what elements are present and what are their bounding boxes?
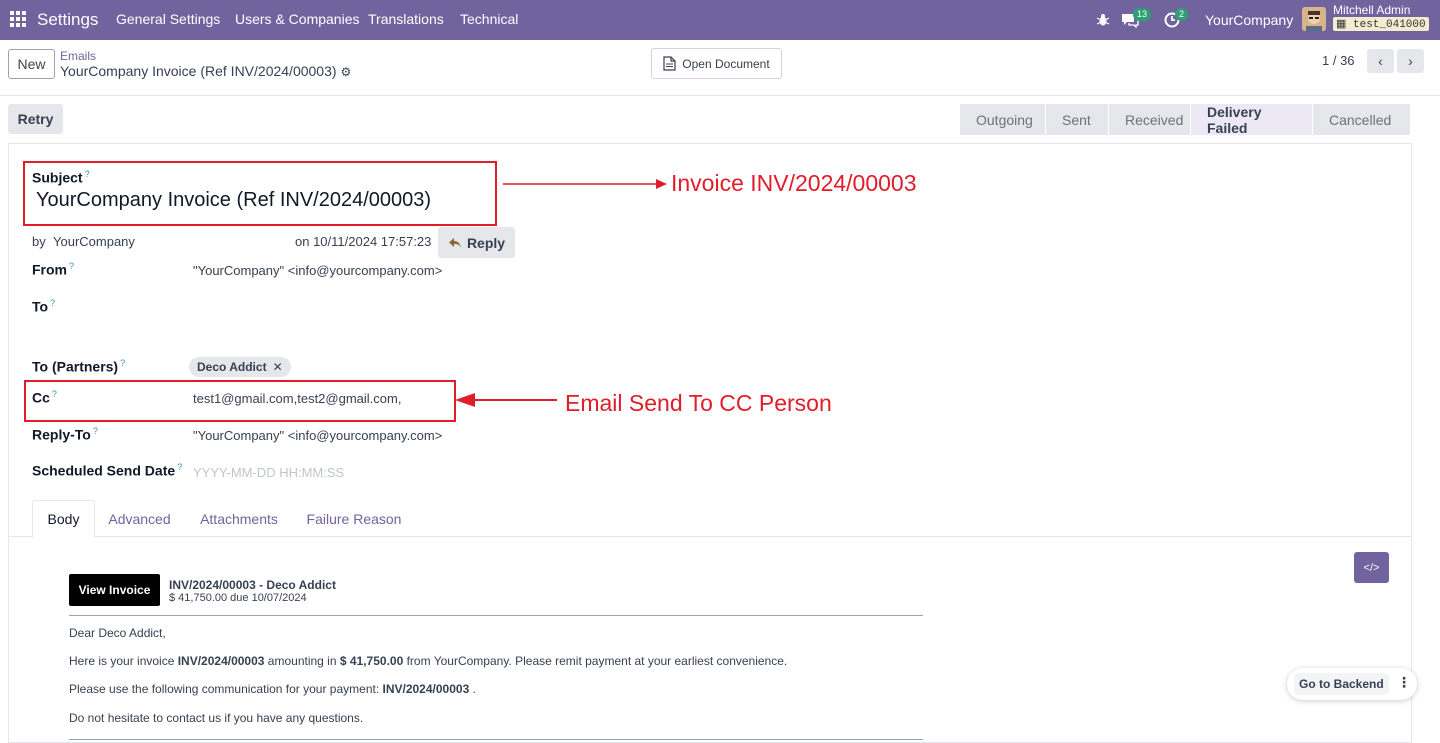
p2-reference: INV/2024/00003: [382, 682, 470, 696]
tab-advanced[interactable]: Advanced: [102, 500, 177, 537]
menu-translations[interactable]: Translations: [368, 11, 444, 27]
stage-outgoing[interactable]: Outgoing: [960, 104, 1046, 135]
reply-to-label-text: Reply-To: [32, 426, 91, 443]
company-switcher[interactable]: YourCompany: [1205, 0, 1293, 40]
new-button[interactable]: New: [8, 49, 55, 79]
from-label: From?: [32, 261, 74, 278]
pager-value[interactable]: 1 / 36: [1322, 53, 1355, 68]
notebook-tabs: Body Advanced Attachments Failure Reason: [9, 500, 1411, 538]
to-label: To?: [32, 298, 55, 315]
form-sheet: Subject? YourCompany Invoice (Ref INV/20…: [8, 143, 1412, 743]
help-icon[interactable]: ?: [177, 462, 182, 472]
cc-annotation-text: Email Send To CC Person: [565, 390, 832, 416]
cc-annotation-arrow: [455, 393, 557, 407]
stage-received[interactable]: Received: [1109, 104, 1191, 135]
invoice-paragraph: Here is your invoice INV/2024/00003 amou…: [69, 654, 787, 668]
greeting-text: Dear Deco Addict,: [69, 626, 166, 640]
go-to-backend-button[interactable]: Go to Backend: [1294, 673, 1389, 695]
stage-sent[interactable]: Sent: [1046, 104, 1109, 135]
scheduled-label-text: Scheduled Send Date: [32, 462, 176, 479]
message-date: on 10/11/2024 17:57:23: [295, 234, 432, 249]
body-divider-bottom: [69, 739, 923, 740]
tab-failure-reason[interactable]: Failure Reason: [302, 500, 406, 537]
to-partners-label-text: To (Partners): [32, 358, 119, 375]
reply-icon: [448, 237, 461, 248]
p2-text-c: .: [469, 682, 476, 696]
retry-button[interactable]: Retry: [8, 104, 63, 134]
user-name[interactable]: Mitchell Admin: [1333, 3, 1410, 17]
stage-delivery-failed[interactable]: Delivery Failed: [1191, 104, 1313, 136]
p1-invoice-ref: INV/2024/00003: [177, 654, 265, 668]
breadcrumb-current: YourCompany Invoice (Ref INV/2024/00003)…: [60, 63, 351, 79]
status-bar: Retry Outgoing Sent Received Delivery Fa…: [0, 96, 1440, 142]
partner-tag[interactable]: Deco Addict ✕: [189, 357, 291, 377]
breadcrumb-current-text: YourCompany Invoice (Ref INV/2024/00003): [60, 63, 337, 79]
scheduled-send-date-label: Scheduled Send Date?: [32, 462, 182, 479]
subject-highlight-box: [23, 161, 497, 226]
contact-paragraph: Do not hesitate to contact us if you hav…: [69, 711, 364, 725]
go-to-backend-widget: Go to Backend ⋮: [1287, 668, 1417, 700]
debug-icon[interactable]: [1096, 0, 1110, 40]
p1-text-c: amounting in: [264, 654, 340, 668]
subject-annotation-arrow: [503, 179, 667, 189]
messages-count-badge: 13: [1133, 8, 1152, 21]
tab-attachments[interactable]: Attachments: [193, 500, 285, 537]
open-document-button[interactable]: Open Document: [651, 48, 782, 79]
body-divider: [69, 615, 923, 616]
partner-tag-label: Deco Addict: [197, 360, 267, 374]
from-label-text: From: [32, 261, 67, 278]
activities-count-badge: 2: [1175, 8, 1189, 21]
menu-users-companies[interactable]: Users & Companies: [235, 11, 360, 27]
to-label-text: To: [32, 298, 49, 315]
remove-tag-icon[interactable]: ✕: [273, 360, 283, 374]
control-panel: New Emails YourCompany Invoice (Ref INV/…: [0, 40, 1440, 96]
apps-menu-icon[interactable]: [10, 11, 26, 27]
payment-paragraph: Please use the following communication f…: [69, 682, 476, 696]
breadcrumb-emails[interactable]: Emails: [60, 49, 96, 63]
invoice-amount-due: $ 41,750.00 due 10/07/2024: [169, 592, 307, 604]
subject-annotation-text: Invoice INV/2024/00003: [671, 170, 917, 196]
help-icon[interactable]: ?: [120, 358, 125, 368]
database-name: ▦ test_041000: [1333, 17, 1429, 31]
help-icon[interactable]: ?: [69, 261, 74, 271]
menu-technical[interactable]: Technical: [460, 11, 518, 27]
reply-label: Reply: [466, 234, 506, 251]
reply-to-label: Reply-To?: [32, 426, 98, 443]
menu-general-settings[interactable]: General Settings: [116, 11, 220, 27]
reply-to-value[interactable]: "YourCompany" <info@yourcompany.com>: [193, 428, 442, 443]
code-view-icon[interactable]: </>: [1354, 552, 1389, 583]
scheduled-send-date-input[interactable]: YYYY-MM-DD HH:MM:SS: [193, 465, 344, 480]
author-name: YourCompany: [53, 234, 135, 249]
help-icon[interactable]: ?: [93, 426, 98, 436]
view-invoice-button[interactable]: View Invoice: [69, 574, 160, 606]
p2-text-a: Please use the following communication f…: [69, 682, 383, 696]
pager-previous-icon[interactable]: ‹: [1367, 49, 1394, 73]
database-name-text: test_041000: [1353, 19, 1426, 31]
cc-highlight-box: [24, 380, 456, 422]
app-title[interactable]: Settings: [37, 10, 98, 30]
reply-button[interactable]: Reply: [438, 227, 515, 258]
open-document-label: Open Document: [682, 56, 770, 71]
help-icon[interactable]: ?: [50, 298, 55, 308]
document-icon: [663, 56, 676, 71]
stage-cancelled[interactable]: Cancelled: [1313, 104, 1411, 135]
user-avatar[interactable]: [1302, 7, 1326, 31]
invoice-title: INV/2024/00003 - Deco Addict: [169, 578, 336, 592]
more-options-icon[interactable]: ⋮: [1397, 674, 1411, 691]
stage-pipeline: Outgoing Sent Received Delivery Failed C…: [960, 104, 1411, 136]
p1-text-a: Here is your invoice: [69, 654, 178, 668]
top-navbar: Settings General Settings Users & Compan…: [0, 0, 1440, 40]
to-partners-label: To (Partners)?: [32, 358, 125, 375]
tab-body[interactable]: Body: [32, 500, 95, 538]
by-prefix: by: [32, 234, 46, 249]
from-value[interactable]: "YourCompany" <info@yourcompany.com>: [193, 263, 442, 278]
pager-next-icon[interactable]: ›: [1397, 49, 1424, 73]
p1-text-e: from YourCompany. Please remit payment a…: [403, 654, 788, 668]
gear-icon[interactable]: ⚙: [341, 65, 352, 79]
p1-amount: $ 41,750.00: [339, 654, 404, 668]
